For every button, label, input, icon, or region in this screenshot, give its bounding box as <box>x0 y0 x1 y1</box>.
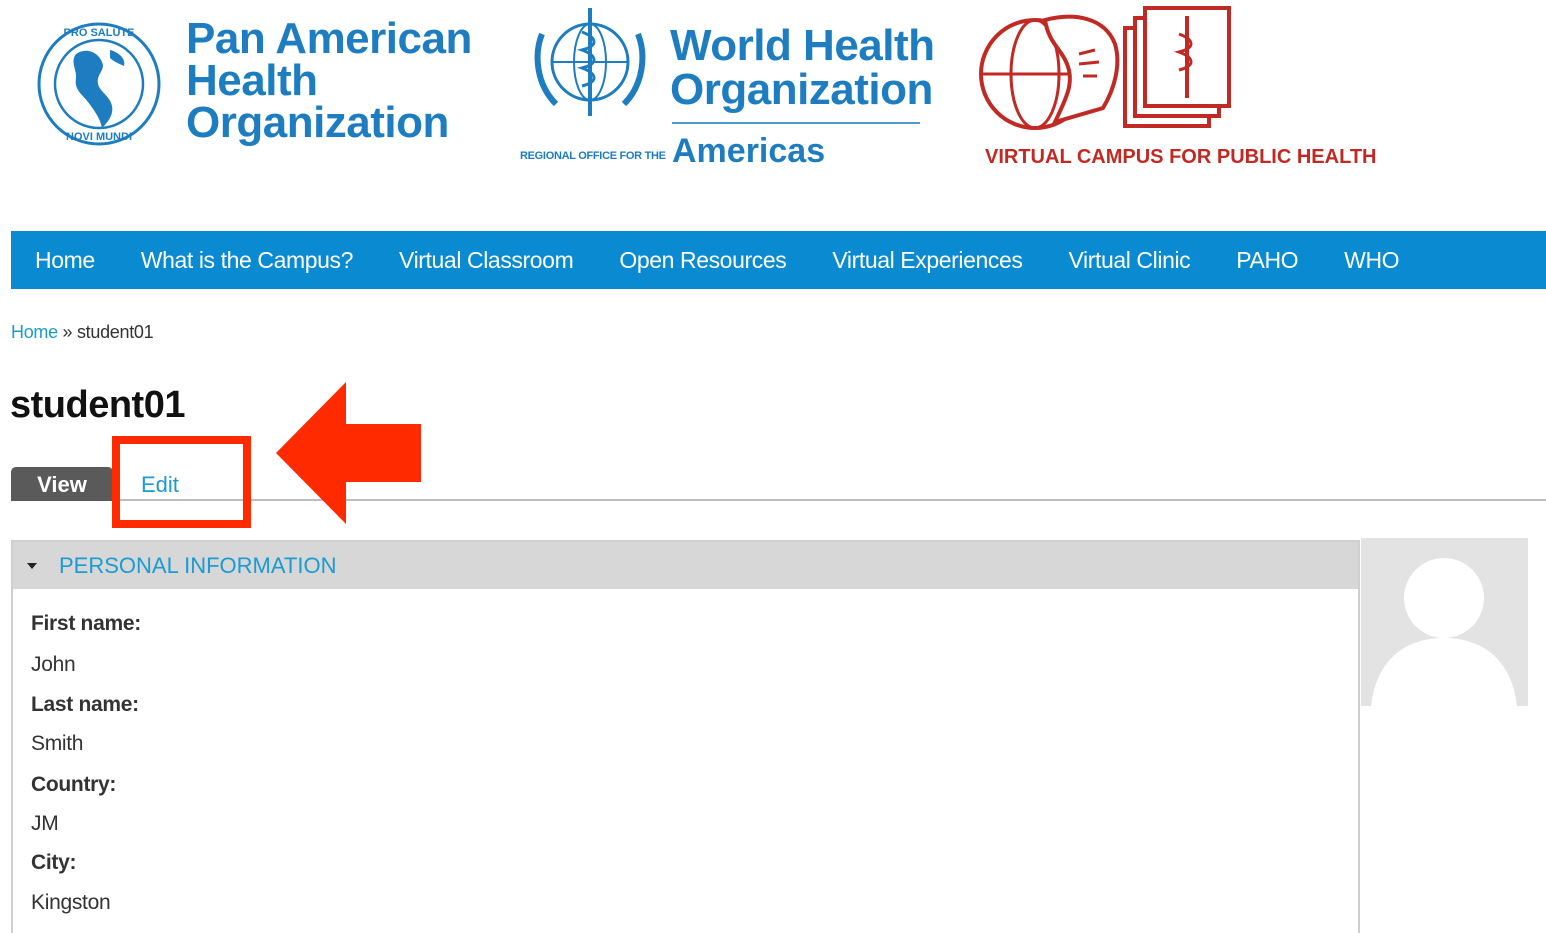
first-name-label: First name: <box>31 612 141 635</box>
country-label: Country: <box>31 773 117 796</box>
left-arrow-icon <box>276 382 421 524</box>
edit-tab-highlight-box <box>112 436 251 528</box>
breadcrumb: Home » student01 <box>11 322 154 343</box>
who-name: World Health Organization <box>670 24 935 112</box>
who-region-small: REGIONAL OFFICE FOR THE <box>520 150 666 162</box>
default-user-avatar-icon <box>1361 538 1528 706</box>
paho-name: Pan American Health Organization <box>186 14 472 147</box>
first-name-value: John <box>31 653 76 676</box>
who-name-line-1: World Health <box>670 21 935 70</box>
site-header: PRO SALUTE NOVI MUNDI Pan American Healt… <box>0 0 1546 200</box>
paho-name-line-1: Pan American <box>186 14 472 63</box>
paho-name-line-3: Organization <box>186 98 449 147</box>
main-nav: Home What is the Campus? Virtual Classro… <box>11 231 1546 289</box>
paho-logo[interactable]: PRO SALUTE NOVI MUNDI Pan American Healt… <box>36 8 472 158</box>
paho-emblem-icon: PRO SALUTE NOVI MUNDI <box>37 22 161 146</box>
last-name-label: Last name: <box>31 693 139 716</box>
last-name-value: Smith <box>31 732 84 755</box>
personal-information-title: PERSONAL INFORMATION <box>59 552 337 578</box>
who-divider <box>672 122 920 124</box>
breadcrumb-current: student01 <box>76 322 154 342</box>
nav-item-virtual-experiences[interactable]: Virtual Experiences <box>809 247 1045 274</box>
nav-item-virtual-clinic[interactable]: Virtual Clinic <box>1045 247 1213 274</box>
who-region-big: Americas <box>672 132 826 170</box>
nav-item-home[interactable]: Home <box>11 247 118 274</box>
virtual-campus-name: VIRTUAL CAMPUS FOR PUBLIC HEALTH <box>985 146 1377 168</box>
who-name-line-2: Organization <box>670 65 933 114</box>
country-value: JM <box>31 812 59 835</box>
breadcrumb-separator: » <box>62 322 73 342</box>
paho-emblem-top-text: PRO SALUTE <box>64 27 135 39</box>
nav-item-open-resources[interactable]: Open Resources <box>596 247 809 274</box>
personal-information-toggle[interactable]: PERSONAL INFORMATION <box>13 542 1358 589</box>
nav-item-who[interactable]: WHO <box>1321 247 1422 274</box>
nav-item-virtual-classroom[interactable]: Virtual Classroom <box>376 247 596 274</box>
who-logo[interactable]: World Health Organization REGIONAL OFFIC… <box>520 4 935 174</box>
caret-down-icon <box>27 562 37 569</box>
tab-view[interactable]: View <box>11 467 113 501</box>
paho-name-line-2: Health <box>186 56 318 105</box>
paho-emblem-bottom-text: NOVI MUNDI <box>66 131 132 143</box>
virtual-campus-logo[interactable]: VIRTUAL CAMPUS FOR PUBLIC HEALTH <box>975 4 1395 174</box>
who-emblem-icon <box>534 8 646 116</box>
virtual-campus-emblem-icon <box>979 6 1231 130</box>
city-value: Kingston <box>31 891 111 914</box>
personal-information-panel: PERSONAL INFORMATION First name: John La… <box>11 540 1360 933</box>
nav-item-paho[interactable]: PAHO <box>1213 247 1321 274</box>
page-title: student01 <box>10 384 185 426</box>
city-label: City: <box>31 851 77 874</box>
avatar <box>1361 538 1528 706</box>
breadcrumb-home-link[interactable]: Home <box>11 322 58 342</box>
nav-item-what-is-the-campus[interactable]: What is the Campus? <box>118 247 376 274</box>
